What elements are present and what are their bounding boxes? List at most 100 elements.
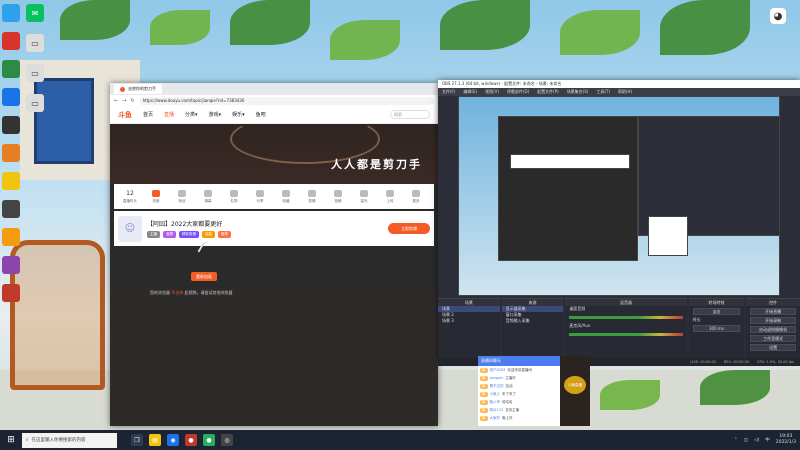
stat-item[interactable]: 粉丝 (169, 189, 195, 204)
browser-tab-strip: 去除你的剪刀手 (110, 83, 438, 95)
desktop-icon-8[interactable] (2, 200, 20, 218)
obs-menu-item[interactable]: 工具(T) (596, 89, 610, 95)
file-explorer-icon[interactable]: ▤ (149, 434, 161, 446)
desktop-icon-1[interactable] (2, 4, 20, 22)
obs-menu-item[interactable]: 文件(F) (442, 89, 455, 95)
stat-item[interactable]: 分享 (247, 189, 273, 204)
taskbar-clock[interactable]: 19:03 2022/1/3 (776, 434, 796, 446)
stat-item[interactable]: 礼物 (221, 189, 247, 204)
desktop-file-icon[interactable]: ▭ (26, 64, 44, 82)
stat-item[interactable]: 12 直播时长 (117, 190, 143, 204)
stat-item[interactable]: 剪辑 (299, 189, 325, 204)
desktop-icon-6[interactable] (2, 144, 20, 162)
chat-message: 粉路人甲 哈哈哈 (478, 398, 560, 406)
reload-button[interactable]: 重新加载 (191, 272, 217, 281)
nav-item-home[interactable]: 首页 (143, 111, 153, 118)
desktop-icon-7[interactable] (2, 172, 20, 190)
network-icon[interactable]: ◫ (744, 438, 748, 443)
app-icon[interactable]: ● (203, 434, 215, 446)
desktop-icon-2[interactable] (2, 32, 20, 50)
start-streaming-button[interactable]: 开始直播 (750, 308, 797, 315)
volume-icon[interactable]: ◁) (754, 438, 759, 443)
sources-dock: 来源 显示器采集 窗口采集 音频输入采集 (501, 298, 564, 358)
app-icon[interactable]: ● (185, 434, 197, 446)
obs-menu-item[interactable]: 停靠部件(D) (507, 89, 529, 95)
clip-info: 【阿囧】2022大家都要更好 主播 竖屏 精彩剪辑 高能 推荐 (147, 219, 231, 238)
wechat-icon[interactable]: ✉ (26, 4, 44, 22)
stat-item[interactable]: 更多 (403, 189, 429, 204)
stat-item[interactable]: 热度 (143, 189, 169, 204)
nav-item-category[interactable]: 分类▾ (185, 111, 198, 118)
stat-icon (360, 189, 368, 197)
site-logo[interactable]: 斗鱼 (118, 110, 132, 120)
video-player[interactable] (110, 288, 438, 426)
settings-button[interactable]: 设置 (750, 344, 797, 351)
back-arrow-icon[interactable]: ← (114, 98, 118, 104)
chat-username[interactable]: 看不见的 (490, 384, 504, 389)
obs-icon[interactable]: ◎ (221, 434, 233, 446)
start-recording-button[interactable]: 开始录制 (750, 317, 797, 324)
obs-menu-item[interactable]: 场景集合(S) (567, 89, 589, 95)
chat-username[interactable]: jiangxin (490, 376, 504, 380)
nav-item-live[interactable]: 直播 (164, 111, 174, 118)
desktop-file-icon[interactable]: ▭ (26, 34, 44, 52)
desktop-icon-4[interactable] (2, 88, 20, 106)
clip-title[interactable]: 【阿囧】2022大家都要更好 (147, 219, 231, 228)
desktop-icon-10[interactable] (2, 256, 20, 274)
stat-item[interactable]: 高光 (351, 189, 377, 204)
url-input[interactable]: https://www.douyu.com/topic/jianqie?rid=… (138, 96, 434, 105)
chevron-up-icon[interactable]: ⌃ (734, 438, 738, 443)
controls-title: 控件 (746, 299, 800, 306)
chat-username[interactable]: 小鱼儿 (490, 392, 501, 397)
refresh-icon[interactable]: ↻ (130, 98, 134, 104)
stat-item[interactable]: 投稿 (325, 189, 351, 204)
nav-item-entertainment[interactable]: 娱乐▾ (232, 111, 245, 118)
obs-menu-item[interactable]: 视图(V) (485, 89, 499, 95)
obs-menu-item[interactable]: 配置文件(P) (537, 89, 559, 95)
virtual-camera-button[interactable]: 启动虚拟摄像机 (750, 326, 797, 333)
status-cpu: CPU: 1.9%, 30.00 fps (757, 360, 794, 364)
stat-label: 弹幕 (204, 198, 212, 203)
studio-mode-button[interactable]: 工作室模式 (750, 335, 797, 342)
transition-select[interactable]: 淡出 (692, 308, 741, 315)
duration-input[interactable]: 300 ms (692, 325, 741, 332)
chat-text: 支持主播 (505, 407, 520, 412)
avatar[interactable]: ☺ (118, 215, 142, 242)
stat-item[interactable]: 上传 (377, 189, 403, 204)
obs-menu-item[interactable]: 帮助(H) (618, 89, 632, 95)
stat-item[interactable]: 收藏 (273, 189, 299, 204)
volume-meter[interactable] (569, 333, 683, 336)
stat-item[interactable]: 弹幕 (195, 189, 221, 204)
volume-meter[interactable] (569, 316, 683, 319)
input-language[interactable]: 中 (765, 437, 770, 443)
windows-start-icon[interactable]: ⊞ (0, 430, 22, 450)
nav-item-games[interactable]: 游戏▾ (209, 111, 222, 118)
task-view-icon[interactable]: ❐ (131, 434, 143, 446)
desktop-icon-3[interactable] (2, 60, 20, 78)
desktop-icon-9[interactable] (2, 228, 20, 246)
chat-username[interactable]: 路人甲 (490, 400, 501, 405)
browser-icon[interactable]: ◉ (167, 434, 179, 446)
desktop-icon-5[interactable] (2, 116, 20, 134)
browser-tab[interactable]: 去除你的剪刀手 (114, 84, 162, 94)
clip-card: ☺ 【阿囧】2022大家都要更好 主播 竖屏 精彩剪辑 高能 推荐 立即剪辑 (114, 211, 434, 246)
taskbar-search[interactable]: ⌕ 在这里输入你要搜索的内容 (22, 432, 117, 448)
desktop-icon-11[interactable] (2, 284, 20, 302)
chat-username[interactable]: 大家好 (490, 416, 501, 421)
chat-list: 粉用户8283 欢迎来到直播间粉 jiangxin 主播好粉看不见的 加油粉小鱼儿 来了来… (478, 366, 560, 422)
desktop-file-icon[interactable]: ▭ (26, 94, 44, 112)
chat-username[interactable]: 用户8283 (490, 368, 506, 373)
wallpaper-leaf (230, 0, 310, 45)
chat-username[interactable]: 观众123 (490, 408, 504, 413)
clip-tag: 主播 (147, 231, 160, 238)
favicon-icon (120, 86, 125, 92)
obs-preview[interactable] (458, 96, 780, 296)
source-item[interactable]: 音频输入采集 (502, 318, 564, 324)
controls-dock: 控件 开始直播 开始录制 启动虚拟摄像机 工作室模式 设置 (746, 298, 800, 358)
scene-item[interactable]: 场景 3 (438, 318, 500, 324)
site-search-input[interactable]: 搜索 (390, 110, 430, 119)
clip-action-button[interactable]: 立即剪辑 (388, 223, 430, 234)
cat-icon[interactable]: ◕ (770, 8, 786, 24)
forward-arrow-icon[interactable]: → (122, 98, 126, 104)
obs-menu-item[interactable]: 编辑(E) (463, 89, 477, 95)
